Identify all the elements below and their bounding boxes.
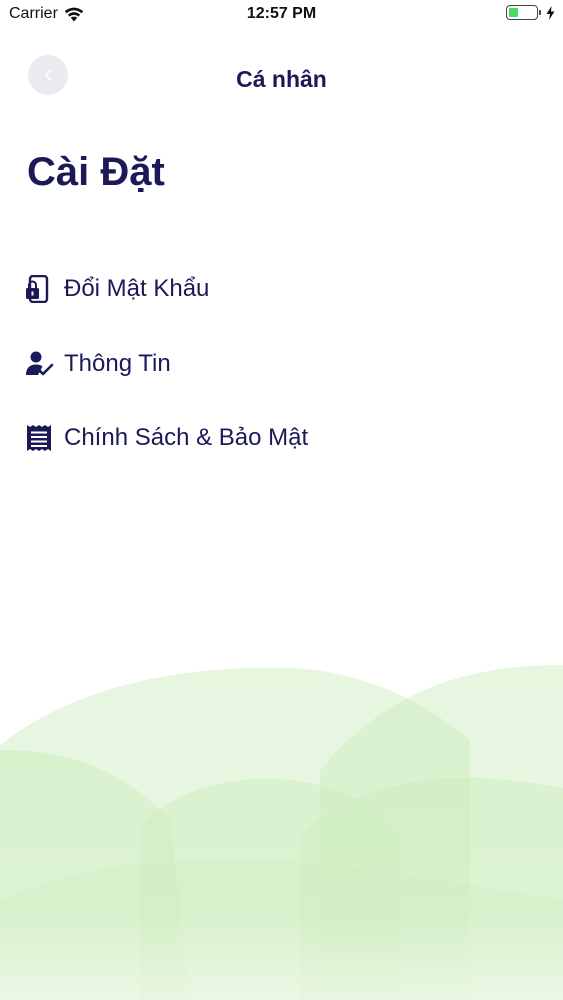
- battery-icon: [506, 5, 541, 20]
- receipt-list-icon: [26, 424, 54, 452]
- user-check-icon: [26, 350, 54, 378]
- menu-item-privacy-policy[interactable]: Chính Sách & Bảo Mật: [26, 420, 308, 456]
- menu-item-label: Thông Tin: [64, 350, 171, 377]
- menu-item-label: Đổi Mật Khẩu: [64, 275, 210, 302]
- phone-lock-icon: [26, 275, 54, 303]
- battery-indicator: [506, 5, 555, 20]
- menu-item-info[interactable]: Thông Tin: [26, 346, 171, 382]
- charging-bolt-icon: [546, 5, 555, 20]
- clock: 12:57 PM: [246, 5, 317, 22]
- page-title: Cài Đặt: [27, 150, 165, 194]
- header-title: Cá nhân: [236, 66, 327, 92]
- background-hills-illustration: [0, 660, 563, 1000]
- status-bar: Carrier 12:57 PM: [0, 0, 563, 30]
- battery-level: [509, 8, 518, 17]
- menu-item-label: Chính Sách & Bảo Mật: [64, 424, 309, 451]
- menu-item-change-password[interactable]: Đổi Mật Khẩu: [26, 271, 209, 307]
